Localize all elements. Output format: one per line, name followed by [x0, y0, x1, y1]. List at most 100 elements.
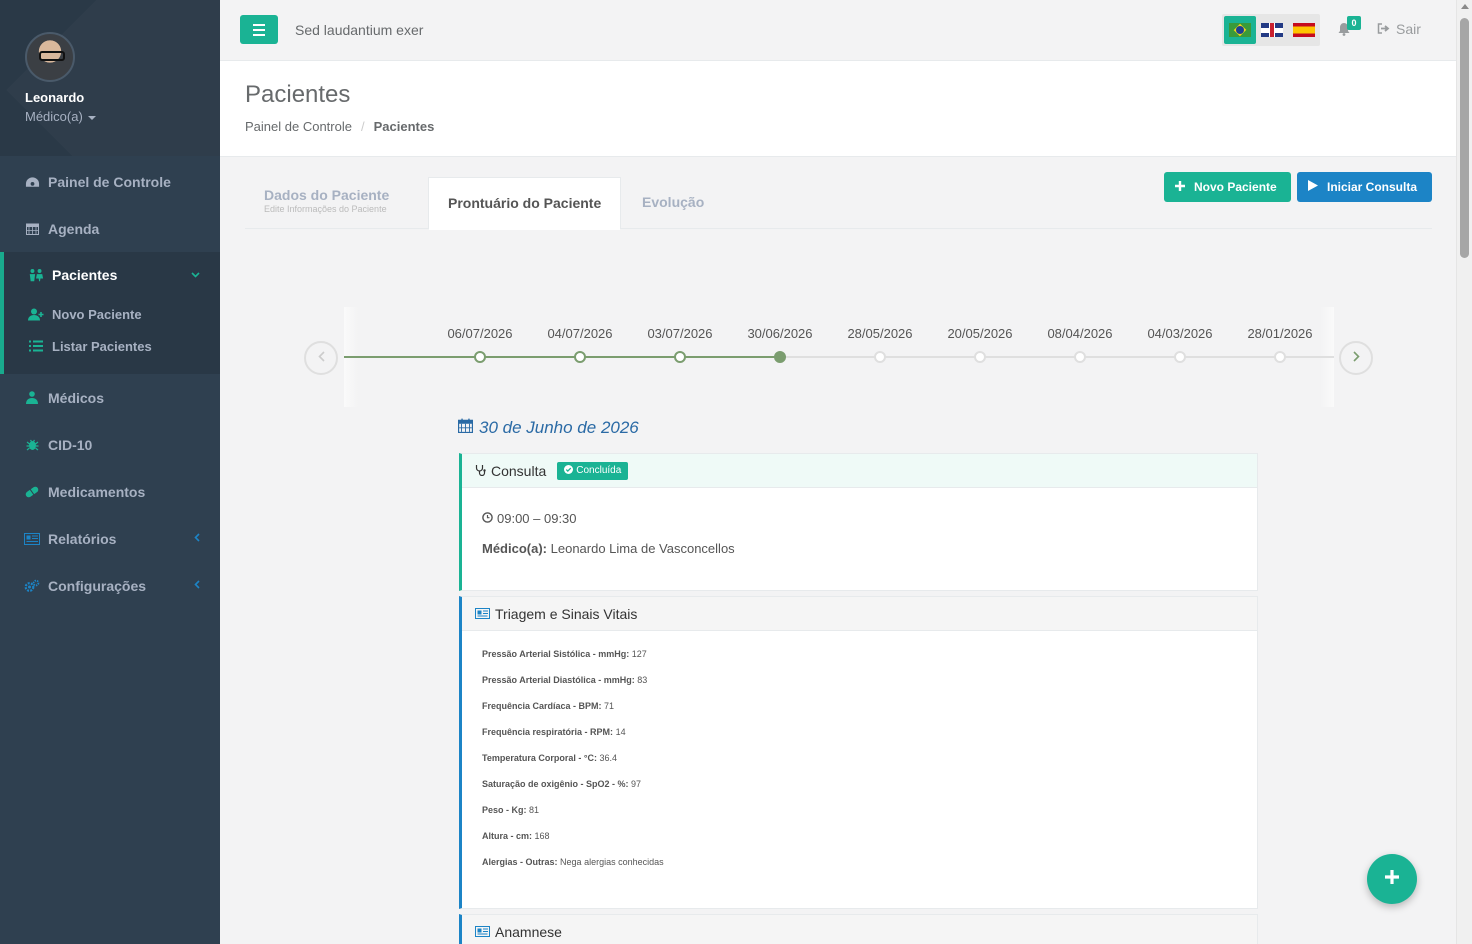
vital-item: Pressão Arterial Diastólica - mmHg: 83	[482, 675, 1257, 701]
gears-icon	[24, 579, 40, 593]
page-title: Pacientes	[245, 81, 351, 108]
timeline-date-label[interactable]: 30/06/2026	[730, 326, 830, 341]
timeline-dot[interactable]	[1074, 351, 1086, 363]
vital-value: 127	[631, 649, 647, 659]
timeline-date-label[interactable]: 04/03/2026	[1130, 326, 1230, 341]
scrollbar-thumb[interactable]	[1460, 18, 1469, 258]
sidebar-item-label: Relatórios	[48, 530, 117, 547]
timeline-dot[interactable]	[874, 351, 886, 363]
language-es-button[interactable]	[1288, 16, 1320, 44]
language-pt-button[interactable]	[1224, 16, 1256, 44]
sidebar-item-cid10[interactable]: CID-10	[0, 421, 220, 468]
sidebar-item-medicos[interactable]: Médicos	[0, 374, 220, 421]
add-user-icon	[28, 308, 44, 321]
consulta-doctor: Médico(a): Leonardo Lima de Vasconcellos	[482, 541, 735, 556]
sidebar-item-label: Pacientes	[52, 267, 118, 283]
search-text[interactable]: Sed laudantium exer	[295, 22, 423, 38]
breadcrumb-item-painel[interactable]: Painel de Controle	[245, 119, 352, 134]
sidebar-item-listar-pacientes[interactable]: Listar Pacientes	[4, 330, 220, 362]
chevron-right-icon	[1352, 349, 1360, 367]
hamburger-icon	[253, 23, 265, 26]
doctor-label: Médico(a):	[482, 541, 547, 556]
consulta-card: Consulta Concluída 09:00 – 09:30 Médico(…	[459, 453, 1258, 591]
timeline-date-label[interactable]: 08/04/2026	[1030, 326, 1130, 341]
vitals-list: Pressão Arterial Sistólica - mmHg: 127 Pr…	[462, 631, 1257, 883]
tab-sublabel: Edite Informações do Paciente	[264, 204, 387, 214]
breadcrumb: Painel de Controle / Pacientes	[245, 119, 434, 134]
timeline-dot[interactable]	[474, 351, 486, 363]
profile-header: Leonardo Médico(a)	[0, 0, 220, 156]
tab-label: Dados do Paciente	[264, 187, 390, 203]
sidebar-item-painel[interactable]: Painel de Controle	[0, 158, 220, 205]
timeline-dot[interactable]	[1174, 351, 1186, 363]
user-role: Médico(a)	[25, 109, 83, 124]
check-circle-icon	[564, 464, 574, 477]
timeline-prev-button[interactable]	[304, 341, 338, 375]
top-navbar: Sed laudantium exer 0 Sair	[220, 0, 1456, 61]
clock-icon	[482, 511, 493, 526]
floating-add-button[interactable]	[1367, 854, 1417, 904]
sidebar-menu: Painel de Controle Agenda Pacientes Novo…	[0, 156, 220, 609]
page-heading: Pacientes Painel de Controle / Pacientes	[220, 61, 1456, 157]
timeline-date-label[interactable]: 06/07/2026	[430, 326, 530, 341]
vital-label: Pressão Arterial Sistólica - mmHg:	[482, 649, 630, 659]
sidebar-submenu-pacientes: Novo Paciente Listar Pacientes	[4, 298, 220, 374]
plus-icon	[1175, 180, 1185, 194]
sidebar-item-pacientes[interactable]: Pacientes	[4, 252, 220, 298]
timeline-date-label[interactable]: 28/01/2026	[1230, 326, 1330, 341]
anamnese-card: Anamnese	[459, 914, 1258, 944]
tab-prontuario-paciente[interactable]: Prontuário do Paciente	[428, 177, 622, 230]
new-patient-button[interactable]: Novo Paciente	[1164, 172, 1291, 202]
sidebar-item-label: Painel de Controle	[48, 173, 171, 190]
timeline-progress	[344, 356, 780, 358]
scroll-up-arrow-icon[interactable]	[1461, 4, 1469, 9]
avatar[interactable]	[25, 32, 75, 82]
timeline-date-label[interactable]: 20/05/2026	[930, 326, 1030, 341]
timeline-dot[interactable]	[574, 351, 586, 363]
anamnese-title: Anamnese	[495, 924, 562, 940]
consulta-time-text: 09:00 – 09:30	[497, 511, 577, 526]
status-label: Concluída	[576, 465, 622, 476]
timeline-dot[interactable]	[974, 351, 986, 363]
vital-value: 14	[615, 727, 626, 737]
vital-value: Nega alergias conhecidas	[560, 857, 664, 867]
page-scrollbar[interactable]	[1456, 0, 1472, 944]
stethoscope-icon	[475, 463, 486, 479]
sidebar-item-configuracoes[interactable]: Configurações	[0, 562, 220, 609]
plus-icon	[1384, 869, 1400, 890]
dashboard-icon	[24, 175, 40, 189]
sidebar-item-novo-paciente[interactable]: Novo Paciente	[4, 298, 220, 330]
tab-dados-paciente[interactable]: Dados do Paciente Edite Informações do P…	[245, 177, 408, 229]
timeline-next-button[interactable]	[1339, 341, 1373, 375]
sidebar-item-medicamentos[interactable]: Medicamentos	[0, 468, 220, 515]
user-role-dropdown[interactable]: Médico(a)	[25, 109, 220, 124]
tab-evolucao[interactable]: Evolução	[623, 177, 723, 229]
patients-icon	[28, 268, 44, 282]
notification-badge: 0	[1347, 16, 1361, 30]
sidebar-item-agenda[interactable]: Agenda	[0, 205, 220, 252]
language-en-button[interactable]	[1256, 16, 1288, 44]
calendar-icon	[24, 222, 40, 236]
vital-label: Frequência Cardíaca - BPM:	[482, 701, 602, 711]
triagem-title: Triagem e Sinais Vitais	[495, 605, 638, 622]
record-day-title: 30 de Junho de 2026	[458, 418, 639, 438]
timeline-date-label[interactable]: 04/07/2026	[530, 326, 630, 341]
start-consult-button[interactable]: Iniciar Consulta	[1297, 172, 1432, 202]
play-icon	[1308, 180, 1318, 194]
id-card-icon	[475, 924, 490, 940]
logout-link[interactable]: Sair	[1377, 21, 1421, 37]
hamburger-icon-bar	[253, 28, 265, 31]
list-icon	[28, 340, 44, 353]
sidebar-item-relatorios[interactable]: Relatórios	[0, 515, 220, 562]
logout-label: Sair	[1396, 21, 1421, 37]
vital-label: Pressão Arterial Diastólica - mmHg:	[482, 675, 635, 685]
timeline-dot[interactable]	[774, 351, 786, 363]
timeline-dot[interactable]	[1274, 351, 1286, 363]
sidebar-item-label: Medicamentos	[48, 483, 146, 500]
timeline-date-label[interactable]: 28/05/2026	[830, 326, 930, 341]
vital-item: Peso - Kg: 81	[482, 805, 1257, 831]
timeline-date-label[interactable]: 03/07/2026	[630, 326, 730, 341]
timeline-dot[interactable]	[674, 351, 686, 363]
menu-toggle-button[interactable]	[240, 15, 278, 44]
pill-icon	[24, 485, 40, 499]
